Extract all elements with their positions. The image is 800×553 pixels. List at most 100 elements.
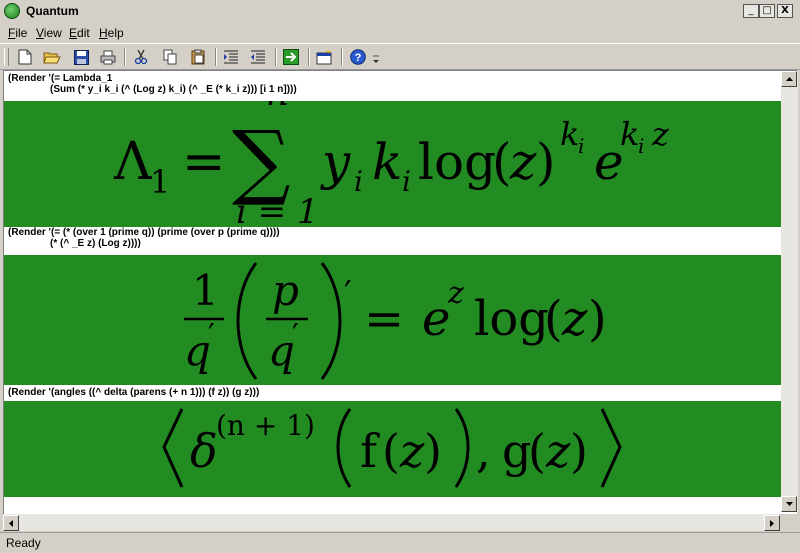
eq-equals: = <box>182 132 226 192</box>
menu-file-rest: ile <box>15 26 28 40</box>
eq-sub-i: i <box>402 165 411 198</box>
eq-open-paren: ( <box>492 133 512 191</box>
scroll-up-button[interactable] <box>781 71 797 87</box>
menu-help-rest: elp <box>107 26 124 40</box>
menu-view-mnemonic: V <box>36 26 44 40</box>
code-line: (* (^ _E z) (Log z)))) <box>50 238 141 249</box>
horizontal-scrollbar[interactable] <box>3 514 780 531</box>
eq-prime: ′ <box>208 318 215 353</box>
indent-icon[interactable] <box>222 48 240 66</box>
toolbar-separator <box>124 48 126 66</box>
eq-numerator-1: 1 <box>192 266 219 315</box>
eq-exp-z: z <box>447 276 464 311</box>
eq-log: log <box>418 133 496 191</box>
menu-view-rest: iew <box>43 26 62 40</box>
new-window-icon[interactable] <box>315 48 333 66</box>
eq-k: k <box>372 133 402 191</box>
eq-z: z <box>399 424 425 478</box>
copy-icon[interactable] <box>161 48 179 66</box>
code-cell-3[interactable]: (Render '(angles ((^ delta (parens (+ n … <box>4 385 781 401</box>
eq-e: e <box>422 291 450 347</box>
eq-exp-k: k <box>620 115 639 153</box>
help-icon[interactable]: ? <box>349 48 367 66</box>
eq-right-angle <box>600 408 622 488</box>
menu-edit-rest: dit <box>77 26 90 40</box>
scroll-left-button[interactable] <box>3 515 19 531</box>
eq-big-close-paren <box>320 262 342 380</box>
eq-numerator-p: p <box>272 266 299 315</box>
eq-big-open-paren <box>336 408 352 488</box>
eq-close-paren: ) <box>424 424 442 478</box>
eq-denominator-q: q <box>268 326 295 375</box>
code-cell-2[interactable]: (Render '(= (* (over 1 (prime q)) (prime… <box>4 227 781 255</box>
outdent-icon[interactable] <box>249 48 267 66</box>
eq-exp-i: i <box>638 134 644 158</box>
close-button[interactable]: X <box>777 4 793 18</box>
scroll-right-button[interactable] <box>764 515 780 531</box>
code-line: (Sum (* y_i k_i (^ (Log z) k_i) (^ _E (*… <box>50 84 297 95</box>
menu-help-mnemonic: H <box>99 26 108 40</box>
toolbar-overflow-icon[interactable] <box>371 54 381 66</box>
eq-exp-k: k <box>560 115 579 153</box>
vertical-scrollbar[interactable] <box>781 71 798 512</box>
status-bar: Ready <box>0 532 800 553</box>
run-icon[interactable] <box>282 48 300 66</box>
menu-view[interactable]: View <box>36 26 62 40</box>
eq-delta: δ <box>190 424 218 478</box>
document-area[interactable]: (Render '(= Lambda_1 (Sum (* y_i k_i (^ … <box>3 70 798 514</box>
eq-close-paren: ) <box>570 424 588 478</box>
eq-left-angle <box>162 408 184 488</box>
eq-big-open-paren <box>236 262 258 380</box>
scroll-down-button[interactable] <box>781 496 797 512</box>
eq-close-paren: ) <box>588 291 607 347</box>
eq-denominator-q: q <box>184 326 211 375</box>
eq-comma: , <box>476 424 491 478</box>
status-text: Ready <box>6 536 41 550</box>
toolbar-separator <box>215 48 217 66</box>
toolbar-grip[interactable] <box>4 48 9 66</box>
toolbar: ? <box>0 43 800 70</box>
new-icon[interactable] <box>16 48 34 66</box>
print-icon[interactable] <box>99 48 117 66</box>
eq-exp-z: z <box>651 115 670 153</box>
menu-bar: File View Edit Help <box>0 23 800 42</box>
code-line: (Render '(angles ((^ delta (parens (+ n … <box>8 387 260 398</box>
menu-file[interactable]: File <box>8 26 27 40</box>
maximize-button[interactable]: □ <box>759 4 775 18</box>
document-content: (Render '(= Lambda_1 (Sum (* y_i k_i (^ … <box>4 71 781 512</box>
menu-help[interactable]: Help <box>99 26 124 40</box>
eq-log: log <box>474 291 549 347</box>
scrollbar-corner <box>780 514 797 531</box>
eq-subscript: 1 <box>150 163 170 201</box>
cut-icon[interactable] <box>132 48 150 66</box>
eq-close-paren: ) <box>536 133 556 191</box>
eq-sub-i: i <box>354 165 363 198</box>
save-icon[interactable] <box>72 48 90 66</box>
code-line: (Render '(= Lambda_1 <box>8 73 113 84</box>
open-icon[interactable] <box>43 48 61 66</box>
svg-text:?: ? <box>355 52 362 64</box>
title-bar: Quantum _ □ X <box>0 0 800 22</box>
eq-equals: = <box>364 291 404 347</box>
menu-edit-mnemonic: E <box>69 26 78 40</box>
window-title: Quantum <box>26 4 79 18</box>
toolbar-separator <box>275 48 277 66</box>
equation-render-3: δ (n + 1) f ( z ) , g ( z ) <box>4 401 781 497</box>
eq-z: z <box>561 291 588 347</box>
eq-big-close-paren <box>454 408 470 488</box>
minimize-button[interactable]: _ <box>743 4 759 18</box>
eq-open-paren: ( <box>382 424 400 478</box>
menu-edit[interactable]: Edit <box>69 26 90 40</box>
toolbar-separator <box>308 48 310 66</box>
eq-open-paren: ( <box>544 291 563 347</box>
eq-z: z <box>545 424 571 478</box>
eq-open-paren: ( <box>528 424 546 478</box>
eq-z: z <box>509 133 537 191</box>
toolbar-separator <box>341 48 343 66</box>
eq-exp-i: i <box>578 134 584 158</box>
code-cell-1[interactable]: (Render '(= Lambda_1 (Sum (* y_i k_i (^ … <box>4 73 781 101</box>
eq-y: y <box>320 133 351 191</box>
paste-icon[interactable] <box>189 48 207 66</box>
app-icon <box>4 3 20 19</box>
equation-render-1: Λ 1 = n ∑ i = 1 y i k i log ( z ) k i e … <box>4 101 781 227</box>
